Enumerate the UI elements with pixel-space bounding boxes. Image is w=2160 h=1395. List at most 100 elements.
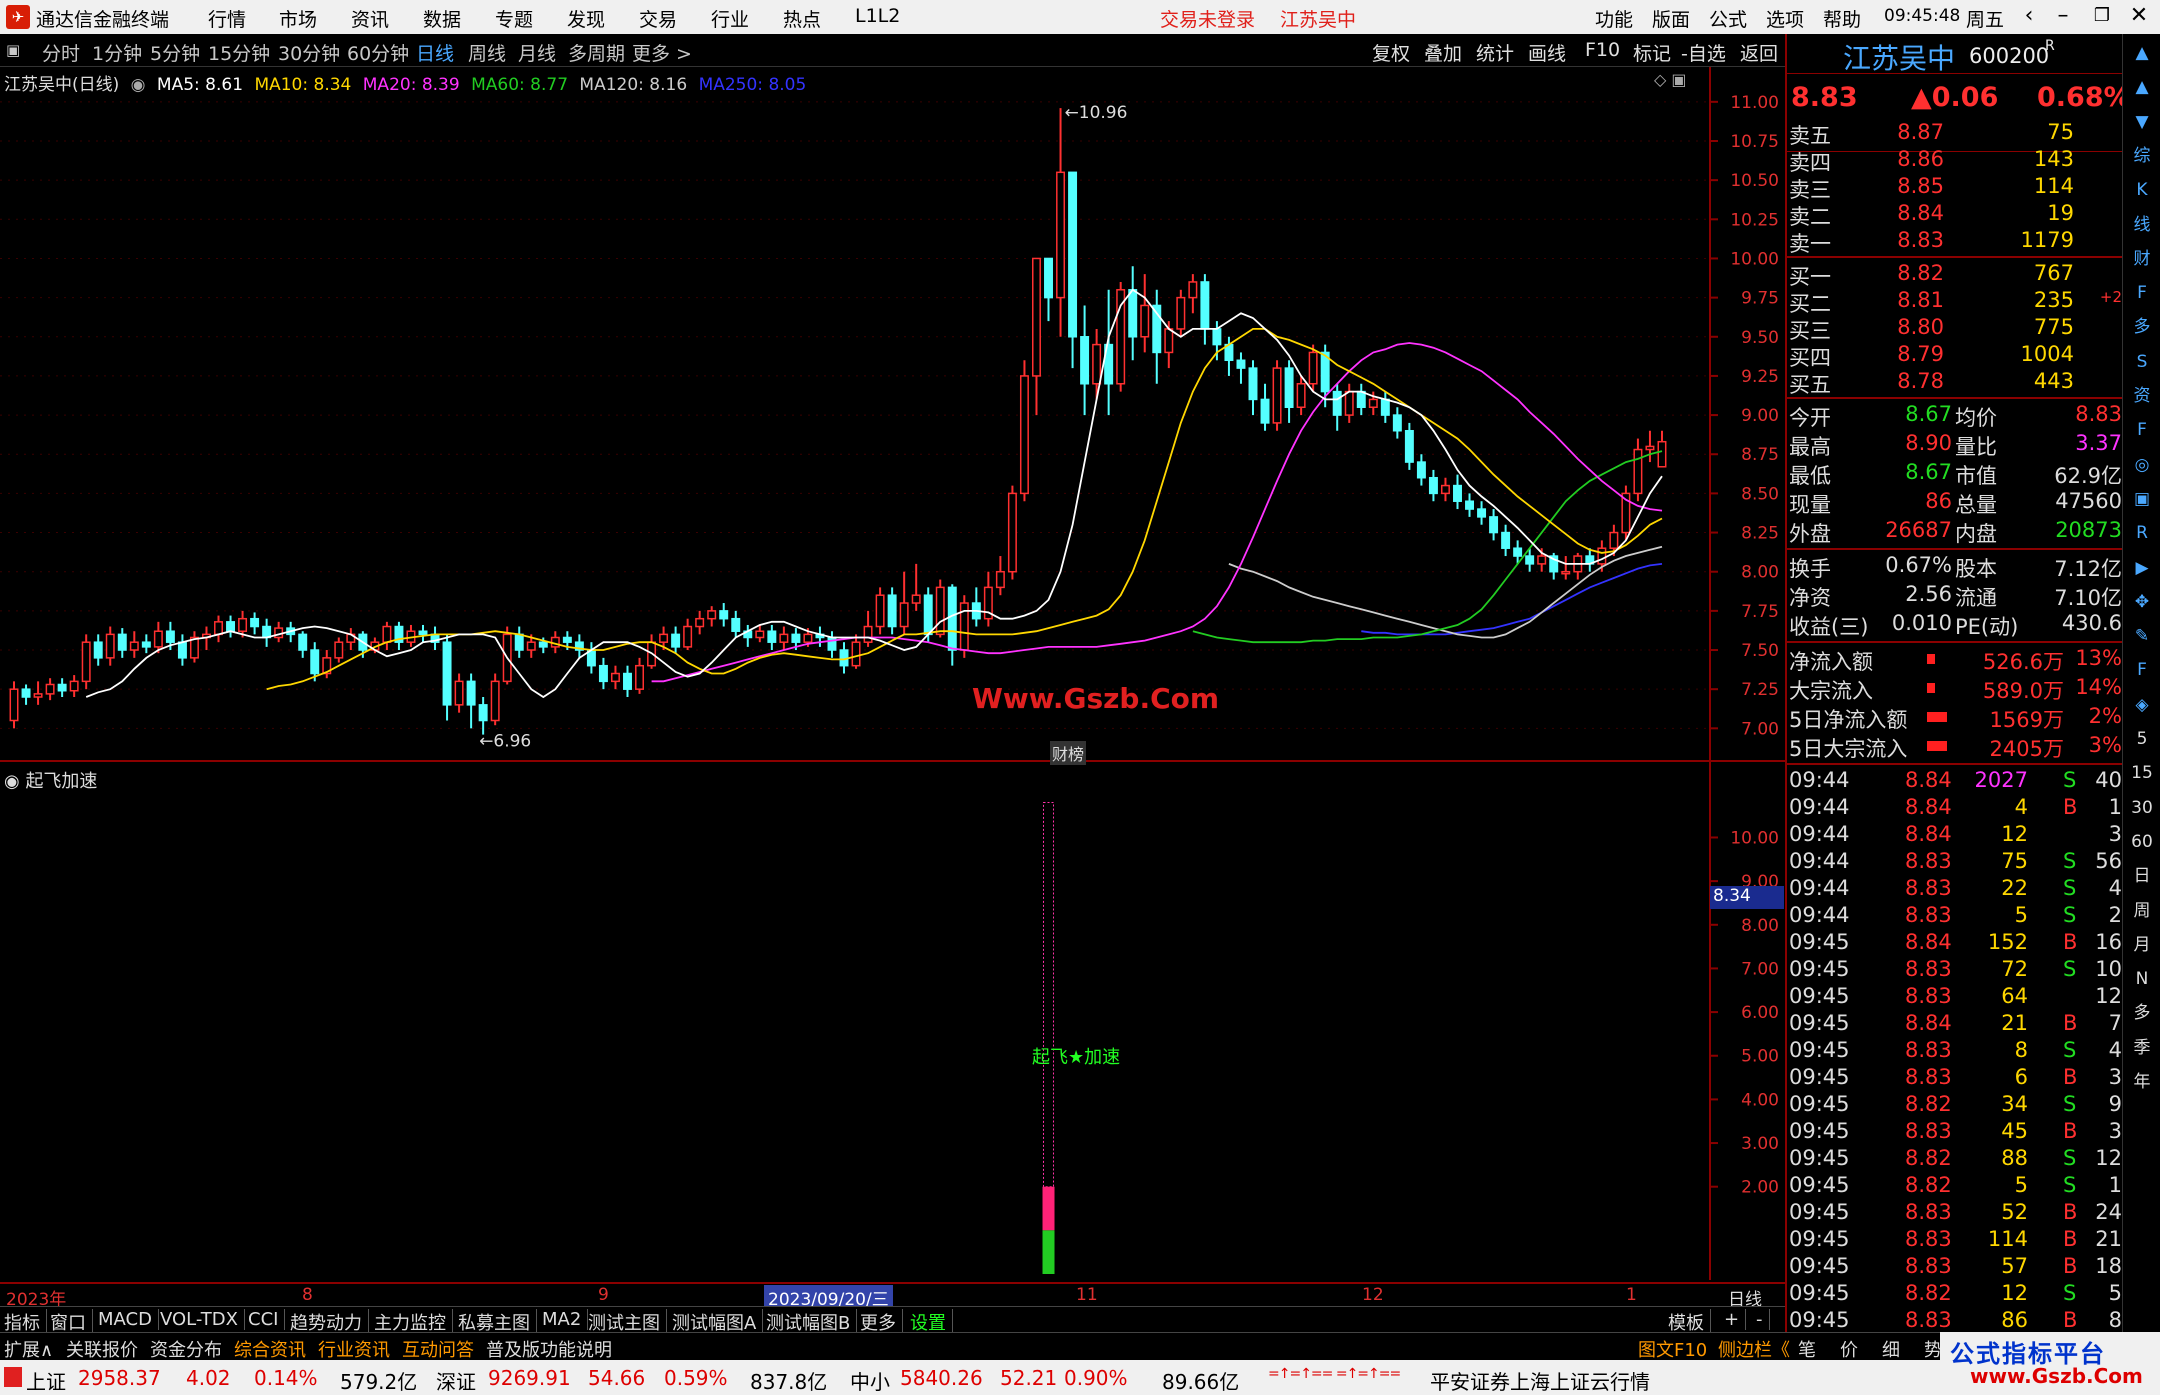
tick-row[interactable]: 09:44 8.83 75 S 56	[1787, 849, 2124, 876]
sidebar-shortcut-icon[interactable]: N	[2129, 966, 2155, 992]
panel-toggle-icon[interactable]: ▣	[6, 41, 20, 59]
kline-chart[interactable]: 11.00 10.75 10.50 10.25 10.00 9.75 9.50 9.25 9.0…	[0, 67, 1785, 762]
sidebar-shortcut-icon[interactable]: ✥	[2129, 589, 2155, 615]
flow-row[interactable]: 5日大宗流入 2405万 3%	[1787, 733, 2124, 761]
tick-row[interactable]: 09:44 8.84 2027 S 40	[1787, 768, 2124, 795]
ext-kuozhan[interactable]: 扩展∧	[4, 1336, 53, 1362]
sidebar-shortcut-icon[interactable]: 5	[2129, 726, 2155, 752]
kline-svg[interactable]: 11.00 10.75 10.50 10.25 10.00 9.75 9.50 9.25 9.0…	[0, 67, 1785, 762]
tick-row[interactable]: 09:45 8.83 8 S 4	[1787, 1038, 2124, 1065]
back-icon[interactable]: ‹	[2014, 1, 2044, 31]
index-zx-label[interactable]: 中小	[850, 1366, 890, 1395]
ext-jia[interactable]: 价	[1840, 1336, 1858, 1362]
menu-zhuanti[interactable]: 专题	[495, 5, 533, 32]
ext-zijinfenbu[interactable]: 资金分布	[150, 1336, 222, 1362]
close-icon[interactable]: ✕	[2124, 1, 2154, 31]
tick-row[interactable]: 09:45 8.84 152 B 16	[1787, 930, 2124, 957]
tool-fanhui[interactable]: 返回	[1740, 39, 1778, 66]
sidebar-shortcut-icon[interactable]: 多	[2129, 1000, 2155, 1026]
sidebar-shortcut-icon[interactable]: F	[2129, 657, 2155, 683]
sidebar-shortcut-icon[interactable]: 60	[2129, 829, 2155, 855]
tab-30min[interactable]: 30分钟	[278, 39, 340, 66]
itab-cci[interactable]: CCI	[248, 1309, 286, 1330]
legend-toggle-icon[interactable]: ◉	[131, 75, 146, 95]
tab-5min[interactable]: 5分钟	[150, 39, 200, 66]
sidebar-shortcut-icon[interactable]: ▣	[2129, 486, 2155, 512]
tick-row[interactable]: 09:44 8.83 5 S 2	[1787, 903, 2124, 930]
tool-zixuan[interactable]: -自选	[1681, 39, 1726, 66]
tool-fuquan[interactable]: 复权	[1372, 39, 1410, 66]
ext-xi[interactable]: 细	[1882, 1336, 1900, 1362]
ask-row[interactable]: 卖五 8.87 75	[1787, 120, 2124, 148]
menu-shuju[interactable]: 数据	[423, 5, 461, 32]
flow-row[interactable]: 5日净流入额 1569万 2%	[1787, 704, 2124, 732]
ext-hangyezixun[interactable]: 行业资讯	[318, 1336, 390, 1362]
bid-row[interactable]: 买二 8.81 235 +2	[1787, 288, 2124, 316]
tab-60min[interactable]: 60分钟	[347, 39, 409, 66]
tick-row[interactable]: 09:45 8.83 86 B 8	[1787, 1308, 2124, 1335]
ext-zonghezixun[interactable]: 综合资讯	[234, 1336, 306, 1362]
sidebar-shortcut-icon[interactable]: 线	[2129, 212, 2155, 238]
tab-weekly[interactable]: 周线	[468, 39, 506, 66]
menu-faxian[interactable]: 发现	[567, 5, 605, 32]
menu-redian[interactable]: 热点	[783, 5, 821, 32]
index-sz-label[interactable]: 深证	[436, 1366, 476, 1395]
stat-row[interactable]: 最低 8.67 市值 62.9亿	[1787, 460, 2124, 488]
tick-row[interactable]: 09:45 8.84 21 B 7	[1787, 1011, 2124, 1038]
sidebar-shortcut-icon[interactable]: 综	[2129, 143, 2155, 169]
bid-row[interactable]: 买三 8.80 775	[1787, 315, 2124, 343]
tick-row[interactable]: 09:44 8.84 12 3	[1787, 822, 2124, 849]
indicator-chart[interactable]: 10.00 9.00 8.00 7.00 6.00 5.00 4.00 3.00 2.00	[0, 762, 1785, 1280]
tab-multi-period[interactable]: 多周期	[568, 39, 625, 66]
indicator-svg[interactable]: 10.009.008.007.006.005.004.003.002.00	[0, 762, 1785, 1280]
server-name[interactable]: 平安证券上海上证云行情	[1430, 1366, 1650, 1395]
itab-macd[interactable]: MACD	[98, 1309, 159, 1330]
itab-remove[interactable]: -	[1756, 1309, 1770, 1330]
itab-add[interactable]: +	[1724, 1309, 1747, 1330]
bid-row[interactable]: 买一 8.82 767	[1787, 261, 2124, 289]
sidebar-shortcut-icon[interactable]: 30	[2129, 795, 2155, 821]
stat-row[interactable]: 外盘 26687 内盘 20873	[1787, 518, 2124, 546]
tick-row[interactable]: 09:45 8.83 57 B 18	[1787, 1254, 2124, 1281]
sidebar-shortcut-icon[interactable]: 月	[2129, 932, 2155, 958]
sidebar-shortcut-icon[interactable]: 资	[2129, 383, 2155, 409]
tick-row[interactable]: 09:45 8.82 88 S 12	[1787, 1146, 2124, 1173]
menu-jiaoyi[interactable]: 交易	[639, 5, 677, 32]
stat-row[interactable]: 现量 86 总量 47560	[1787, 489, 2124, 517]
sidebar-shortcut-icon[interactable]: R	[2129, 520, 2155, 546]
sidebar-shortcut-icon[interactable]: ◎	[2129, 452, 2155, 478]
menu-shichang[interactable]: 市场	[279, 5, 317, 32]
ask-row[interactable]: 卖二 8.84 19	[1787, 201, 2124, 229]
sidebar-shortcut-icon[interactable]: K	[2129, 177, 2155, 203]
sidebar-shortcut-icon[interactable]: 多	[2129, 314, 2155, 340]
tool-diejia[interactable]: 叠加	[1424, 39, 1462, 66]
tab-monthly[interactable]: 月线	[518, 39, 556, 66]
itab-ma2[interactable]: MA2	[542, 1309, 589, 1330]
trade-login-warning[interactable]: 交易未登录	[1160, 5, 1255, 32]
flow-row[interactable]: 净流入额 526.6万 13%	[1787, 646, 2124, 674]
ext-bi[interactable]: 笔	[1798, 1336, 1816, 1362]
fund-row[interactable]: 换手 0.67% 股本 7.12亿	[1787, 553, 2124, 581]
sidebar-shortcut-icon[interactable]: 周	[2129, 898, 2155, 924]
sidebar-shortcut-icon[interactable]: 15	[2129, 760, 2155, 786]
ext-cebianlan[interactable]: 侧边栏《	[1718, 1336, 1790, 1362]
ext-tuwen-f10[interactable]: 图文F10	[1638, 1336, 1707, 1362]
menu-banmian[interactable]: 版面	[1652, 5, 1690, 32]
tick-row[interactable]: 09:45 8.83 64 12	[1787, 984, 2124, 1011]
ask-row[interactable]: 卖一 8.83 1179	[1787, 228, 2124, 256]
index-sh-label[interactable]: 上证	[26, 1366, 66, 1395]
menu-l1l2[interactable]: L1L2	[855, 5, 900, 27]
sidebar-shortcut-icon[interactable]: S	[2129, 349, 2155, 375]
tick-row[interactable]: 09:45 8.83 6 B 3	[1787, 1065, 2124, 1092]
flow-row[interactable]: 大宗流入 589.0万 14%	[1787, 675, 2124, 703]
ask-row[interactable]: 卖四 8.86 143	[1787, 147, 2124, 175]
chart-settings-icon[interactable]: ◇ ▣	[1654, 70, 1687, 89]
sidebar-shortcut-icon[interactable]: 财	[2129, 246, 2155, 272]
ext-pujiban[interactable]: 普及版功能说明	[486, 1336, 612, 1362]
sidebar-shortcut-icon[interactable]: ▶	[2129, 555, 2155, 581]
tick-row[interactable]: 09:45 8.82 12 S 5	[1787, 1281, 2124, 1308]
menu-hangye[interactable]: 行业	[711, 5, 749, 32]
tab-15min[interactable]: 15分钟	[208, 39, 270, 66]
sidebar-shortcut-icon[interactable]: F	[2129, 280, 2155, 306]
sidebar-shortcut-icon[interactable]: 日	[2129, 863, 2155, 889]
